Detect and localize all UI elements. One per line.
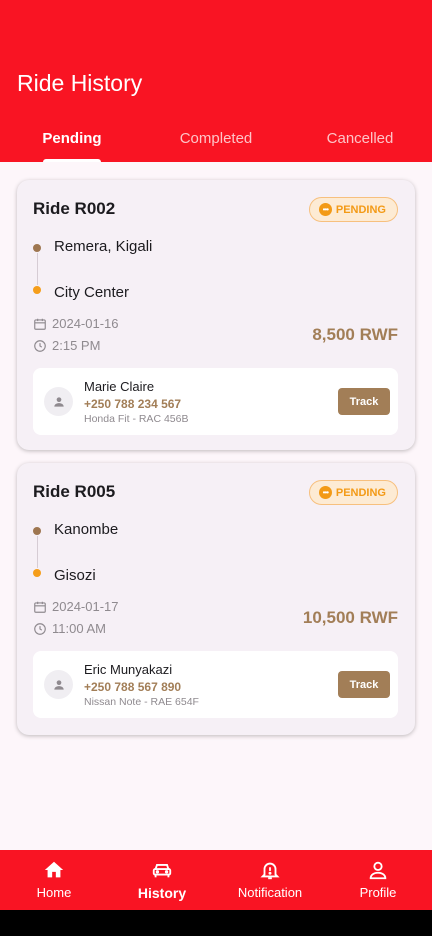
nav-history-label: History xyxy=(137,885,187,901)
origin-dot-icon xyxy=(33,244,41,252)
tab-cancelled[interactable]: Cancelled xyxy=(288,122,432,162)
nav-profile[interactable]: Profile xyxy=(324,850,432,910)
app-bar: Ride History Pending Completed Cancelled xyxy=(0,0,432,162)
nav-history[interactable]: History xyxy=(108,850,216,910)
ride-time-text: 2:15 PM xyxy=(52,338,101,353)
status-label: PENDING xyxy=(335,203,386,216)
ride-time: 11:00 AM xyxy=(33,621,106,636)
bell-icon xyxy=(260,862,280,880)
ride-date-text: 2024-01-16 xyxy=(52,316,119,331)
ride-id: Ride R005 xyxy=(33,482,116,501)
ride-date: 2024-01-17 xyxy=(33,599,119,614)
pickup-location: Remera, Kigali xyxy=(54,238,153,255)
tab-pending[interactable]: Pending xyxy=(0,122,144,162)
system-navigation-bar xyxy=(0,910,432,936)
person-icon xyxy=(53,396,64,407)
track-button[interactable]: Track xyxy=(338,388,390,415)
tab-bar: Pending Completed Cancelled xyxy=(0,122,432,162)
person-icon xyxy=(369,861,387,880)
ride-card[interactable]: Ride R002 ••• PENDING Remera, Kigali Cit… xyxy=(17,180,415,450)
pickup-location: Kanombe xyxy=(54,521,119,538)
bottom-navigation: Home History Notification Profile xyxy=(0,850,432,910)
origin-dot-icon xyxy=(33,527,41,535)
driver-vehicle: Honda Fit - RAC 456B xyxy=(84,413,189,425)
avatar xyxy=(44,670,73,699)
pending-icon: ••• xyxy=(318,486,332,499)
status-label: PENDING xyxy=(335,486,386,499)
pending-icon: ••• xyxy=(318,203,332,216)
nav-profile-label: Profile xyxy=(359,885,397,900)
destination-dot-icon xyxy=(33,286,41,294)
status-badge: ••• PENDING xyxy=(308,197,398,222)
clock-icon xyxy=(34,339,46,352)
driver-phone: +250 788 567 890 xyxy=(84,680,182,694)
driver-name: Marie Claire xyxy=(84,379,155,394)
car-icon xyxy=(152,864,172,878)
status-badge: ••• PENDING xyxy=(308,480,398,505)
page-title: Ride History xyxy=(17,70,143,96)
destination-dot-icon xyxy=(33,569,41,577)
nav-notification[interactable]: Notification xyxy=(216,850,324,910)
route-connector xyxy=(36,536,38,568)
ride-id: Ride R002 xyxy=(33,199,116,218)
ride-list[interactable]: Ride R002 ••• PENDING Remera, Kigali Cit… xyxy=(0,162,432,850)
person-icon xyxy=(53,679,64,690)
nav-home[interactable]: Home xyxy=(0,850,108,910)
track-button[interactable]: Track xyxy=(338,671,390,698)
driver-vehicle: Nissan Note - RAE 654F xyxy=(84,696,199,708)
ride-date-text: 2024-01-17 xyxy=(52,599,119,614)
dropoff-location: Gisozi xyxy=(54,567,96,584)
driver-phone: +250 788 234 567 xyxy=(84,397,182,411)
home-icon xyxy=(44,861,64,878)
dropoff-location: City Center xyxy=(54,284,130,301)
ride-time: 2:15 PM xyxy=(33,338,100,353)
route-connector xyxy=(36,253,38,285)
driver-info: Marie Claire +250 788 234 567 Honda Fit … xyxy=(33,368,398,435)
clock-icon xyxy=(34,622,46,635)
ride-card[interactable]: Ride R005 ••• PENDING Kanombe Gisozi 202… xyxy=(17,463,415,735)
nav-notification-label: Notification xyxy=(237,885,303,900)
driver-name: Eric Munyakazi xyxy=(84,662,173,677)
calendar-icon xyxy=(34,318,46,330)
ride-fare: 10,500 RWF xyxy=(302,608,398,627)
calendar-icon xyxy=(34,601,46,613)
nav-home-label: Home xyxy=(36,885,72,900)
ride-date: 2024-01-16 xyxy=(33,316,119,331)
ride-fare: 8,500 RWF xyxy=(312,325,398,344)
ride-time-text: 11:00 AM xyxy=(52,621,106,636)
driver-info: Eric Munyakazi +250 788 567 890 Nissan N… xyxy=(33,651,398,718)
tab-completed[interactable]: Completed xyxy=(144,122,288,162)
avatar xyxy=(44,387,73,416)
